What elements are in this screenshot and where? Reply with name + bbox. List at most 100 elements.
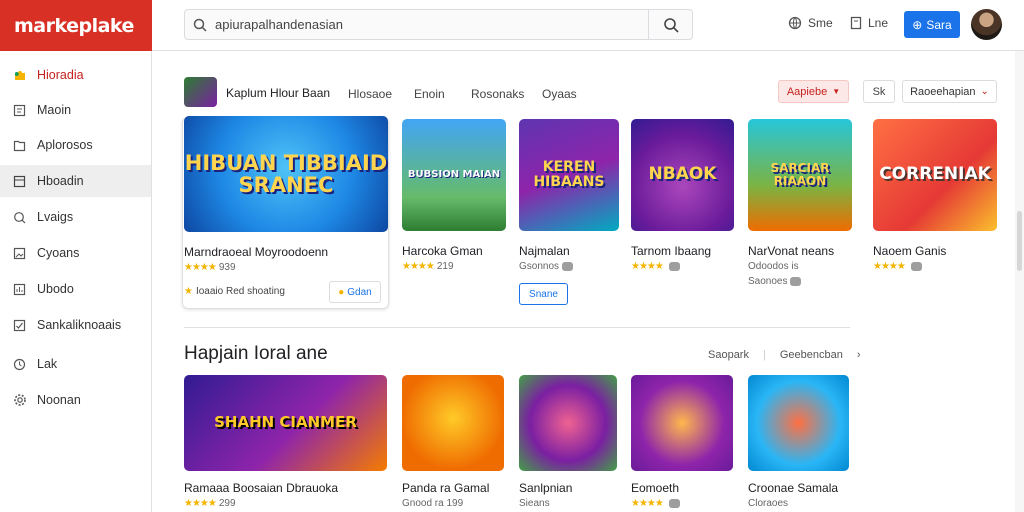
filter-small-button[interactable]: Sk bbox=[863, 80, 895, 103]
sidebar-item-6[interactable]: Cyoans bbox=[0, 237, 151, 269]
sidebar-label: Hboadin bbox=[37, 174, 84, 188]
featured-app-icon[interactable] bbox=[184, 77, 217, 107]
section-link-1[interactable]: Saopark bbox=[708, 349, 749, 361]
badge-icon bbox=[790, 277, 802, 286]
topbar-link-2-label: Lne bbox=[868, 16, 889, 30]
section-divider bbox=[184, 327, 850, 328]
sidebar-label: Cyoans bbox=[37, 246, 80, 260]
sidebar-label: Sankaliknoaais bbox=[37, 318, 122, 332]
search-icon bbox=[663, 17, 679, 33]
app-art bbox=[631, 375, 733, 471]
app-card[interactable]: Panda ra Gamal Gnood ra 199 bbox=[402, 375, 504, 512]
tab-4[interactable]: Oyaas bbox=[542, 87, 577, 101]
featured-title: Kaplum Hlour Baan bbox=[226, 86, 331, 100]
section-link-2[interactable]: Geebencban bbox=[780, 349, 843, 361]
search-icon bbox=[12, 210, 27, 225]
plus-icon: ⊕ bbox=[912, 17, 923, 32]
app-card[interactable]: HIBUAN TIBBIAID SRANEC Marndraoeal Moyro… bbox=[184, 116, 388, 306]
app-name: Eomoeth bbox=[631, 481, 680, 495]
app-art-text: SHAHN CIANMER bbox=[214, 413, 357, 432]
sidebar-label: Lak bbox=[37, 357, 58, 371]
app-art-text: NBAOK bbox=[648, 164, 717, 185]
app-name: Tarnom Ibaang bbox=[631, 244, 712, 258]
app-card[interactable]: Sanlpnian Sieans bbox=[519, 375, 617, 512]
topbar-link-1[interactable]: Sme bbox=[788, 16, 833, 30]
puzzle-icon bbox=[12, 68, 27, 83]
primary-button[interactable]: ⊕ Sara bbox=[904, 11, 960, 38]
sidebar-label: Ubodo bbox=[37, 282, 74, 296]
sidebar-item-5[interactable]: Lvaigs bbox=[0, 201, 151, 233]
app-rating: ★★★★ bbox=[873, 261, 922, 272]
clock-icon bbox=[12, 357, 27, 372]
app-name: Najmalan bbox=[519, 244, 570, 258]
app-art: CORRENIAK bbox=[873, 119, 997, 231]
grid-icon bbox=[12, 174, 27, 189]
app-rating: Cloraoes bbox=[748, 498, 789, 509]
sidebar-item-4[interactable]: Hboadin bbox=[0, 165, 151, 197]
badge-icon bbox=[668, 499, 680, 508]
filter-select[interactable]: Raoeehapian ⌄ bbox=[902, 80, 997, 103]
sidebar-label: Hioradia bbox=[37, 68, 84, 82]
app-card[interactable]: BUBSION MAIAN Harcoka Gman ★★★★ 219 bbox=[402, 119, 506, 279]
avatar[interactable] bbox=[971, 9, 1002, 40]
search-button[interactable] bbox=[648, 10, 692, 39]
app-name: Naoem Ganis bbox=[873, 244, 947, 258]
app-rating: Gsonnos bbox=[519, 261, 574, 272]
app-card[interactable]: SHAHN CIANMER Ramaaa Boosaian Dbrauoka ★… bbox=[184, 375, 387, 512]
tab-3[interactable]: Rosonaks bbox=[471, 87, 524, 101]
app-name: Ramaaa Boosaian Dbrauoka bbox=[184, 481, 339, 495]
install-button[interactable]: ● Gdan bbox=[329, 281, 381, 303]
sidebar-item-8[interactable]: Sankaliknoaais bbox=[0, 309, 151, 341]
sidebar-item-9[interactable]: Lak bbox=[0, 348, 151, 380]
tab-1[interactable]: Hlosaoe bbox=[348, 87, 392, 101]
document-icon bbox=[12, 103, 27, 118]
topbar-link-2[interactable]: Lne bbox=[850, 16, 888, 30]
tab-2[interactable]: Enoin bbox=[414, 87, 445, 101]
chevron-right-icon[interactable]: › bbox=[857, 349, 861, 361]
app-art bbox=[402, 375, 504, 471]
book-icon bbox=[12, 138, 27, 153]
app-art: NBAOK bbox=[631, 119, 734, 231]
get-button[interactable]: Snane bbox=[519, 283, 568, 305]
app-extra: ★ Ioaaio Red shoating bbox=[184, 286, 285, 297]
star-rating-icon: ★★★★ bbox=[184, 498, 217, 509]
app-art-text: CORRENIAK bbox=[879, 164, 991, 185]
separator: | bbox=[762, 349, 766, 361]
app-rating-secondary: Saonoes bbox=[748, 276, 802, 287]
app-art: BUBSION MAIAN bbox=[402, 119, 506, 231]
app-card[interactable]: KEREN HIBAANS Najmalan Gsonnos Snane bbox=[519, 119, 619, 309]
sidebar-item-7[interactable]: Ubodo bbox=[0, 273, 151, 305]
brand-logo[interactable]: markeplake bbox=[0, 0, 152, 51]
chart-icon bbox=[12, 282, 27, 297]
sidebar-item-1[interactable]: Hioradia bbox=[0, 59, 151, 91]
app-art: SHAHN CIANMER bbox=[184, 375, 387, 471]
search-icon bbox=[185, 18, 215, 32]
app-card[interactable]: NBAOK Tarnom Ibaang ★★★★ bbox=[631, 119, 734, 279]
sidebar-item-3[interactable]: Aplorosos bbox=[0, 129, 151, 161]
gear-icon bbox=[12, 393, 27, 408]
sidebar-item-2[interactable]: Maoin bbox=[0, 94, 151, 126]
scrollbar-thumb[interactable] bbox=[1017, 211, 1022, 271]
filter-primary-button[interactable]: Aapiebe ▼ bbox=[778, 80, 849, 103]
topbar-link-1-label: Sme bbox=[808, 16, 833, 30]
app-rating: ★★★★ 939 bbox=[184, 262, 236, 273]
caret-down-icon: ▼ bbox=[832, 87, 841, 96]
search-bar[interactable]: apiurapalhandenasian bbox=[184, 9, 693, 40]
app-card[interactable]: CORRENIAK Naoem Ganis ★★★★ bbox=[873, 119, 997, 279]
sidebar-label: Lvaigs bbox=[37, 210, 74, 224]
app-card[interactable]: SARCIAR RIAAON NarVonat neans Odoodos is… bbox=[748, 119, 852, 299]
app-name: NarVonat neans bbox=[748, 244, 835, 258]
search-input[interactable]: apiurapalhandenasian bbox=[215, 17, 648, 32]
app-card[interactable]: Eomoeth ★★★★ bbox=[631, 375, 733, 512]
scrollbar[interactable] bbox=[1015, 51, 1024, 512]
sidebar-item-10[interactable]: Noonan bbox=[0, 384, 151, 416]
app-art-text: BUBSION MAIAN bbox=[407, 168, 501, 180]
app-rating: ★★★★ 299 bbox=[184, 498, 236, 509]
app-art bbox=[519, 375, 617, 471]
main-content: Kaplum Hlour Baan Hlosaoe Enoin Rosonaks… bbox=[152, 51, 1024, 512]
app-card[interactable]: Croonae Samala Cloraoes bbox=[748, 375, 849, 512]
star-rating-icon: ★★★★ bbox=[402, 261, 435, 272]
badge-icon bbox=[668, 262, 680, 271]
filter-primary-label: Aapiebe bbox=[786, 85, 828, 98]
star-rating-icon: ★★★★ bbox=[873, 261, 906, 272]
